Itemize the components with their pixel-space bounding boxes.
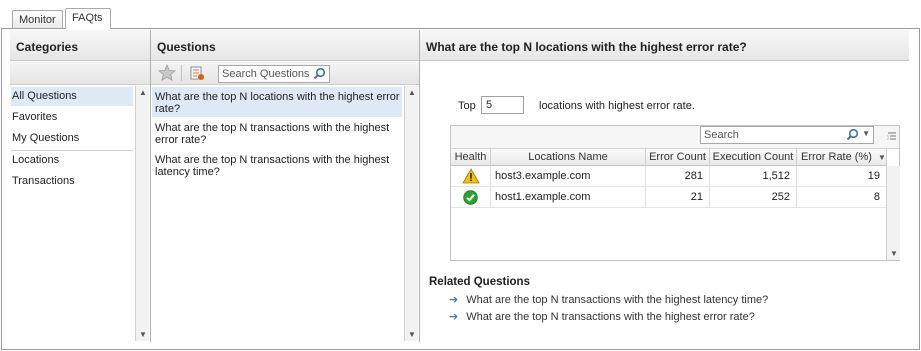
arrow-right-icon: ➔: [449, 311, 459, 323]
scroll-down-arrow-icon[interactable]: ▼: [139, 330, 147, 339]
column-header-error-count[interactable]: Error Count: [646, 149, 710, 166]
execution-count-cell: 252: [710, 187, 797, 208]
error-rate-cell: 19: [797, 166, 887, 187]
ok-icon: [463, 190, 478, 208]
category-my-questions[interactable]: My Questions: [12, 132, 79, 144]
location-name: host1.example.com: [495, 191, 591, 203]
error-count: 21: [690, 191, 703, 203]
locations-grid: Search ▼ Health Locations Name Error Cou…: [450, 125, 900, 261]
question-line: latency time?: [155, 166, 220, 178]
categories-toolbar: [10, 62, 150, 85]
location-name-cell[interactable]: host3.example.com: [491, 166, 646, 187]
scroll-down-arrow-icon[interactable]: ▼: [890, 249, 898, 258]
question-line: What are the top N transactions with the…: [155, 154, 390, 166]
error-rate: 19: [867, 170, 880, 182]
execution-count: 252: [771, 191, 790, 203]
question-line: What are the top N locations with the hi…: [155, 91, 400, 103]
grid-search-placeholder: Search: [704, 129, 739, 141]
top-label: Top: [458, 100, 476, 112]
scroll-up-arrow-icon[interactable]: ▲: [408, 88, 416, 97]
related-questions-title-label: Related Questions: [429, 276, 530, 288]
column-header-label: Health: [454, 151, 487, 163]
grid-search-input[interactable]: Search ▼: [700, 126, 874, 144]
grid-scrollbar[interactable]: ▼: [886, 166, 900, 260]
category-transactions[interactable]: Transactions: [12, 175, 75, 187]
related-question-link[interactable]: ➔ What are the top N transactions with th…: [449, 293, 768, 306]
categories-scrollbar[interactable]: ▲ ▼: [135, 86, 149, 341]
column-header-error-rate[interactable]: Error Rate (%) ▼: [797, 149, 887, 166]
scroll-down-arrow-icon[interactable]: ▼: [408, 330, 416, 339]
question-line: What are the top N transactions with the…: [155, 122, 390, 134]
categories-header-label: Categories: [16, 40, 79, 54]
questions-header: Questions: [151, 30, 419, 61]
error-count-cell: 281: [646, 166, 710, 187]
related-questions-title: Related Questions: [429, 276, 530, 288]
search-icon[interactable]: [846, 128, 859, 144]
error-count: 281: [684, 170, 703, 182]
warning-icon: [461, 168, 480, 187]
error-rate-cell: 8: [797, 187, 887, 208]
category-all-questions[interactable]: All Questions: [12, 90, 77, 102]
category-label: Locations: [12, 154, 60, 166]
location-name: host3.example.com: [495, 170, 591, 182]
top-n-input[interactable]: 5: [481, 96, 524, 114]
scroll-up-arrow-icon[interactable]: ▲: [139, 88, 147, 97]
detail-header: What are the top N locations with the hi…: [420, 30, 909, 61]
detail-title: What are the top N locations with the hi…: [426, 40, 747, 54]
related-question-text: What are the top N transactions with the…: [466, 294, 769, 306]
column-header-label: Locations Name: [528, 151, 608, 163]
top-n-value: 5: [486, 99, 493, 111]
health-cell: [451, 166, 491, 187]
tab-faqts[interactable]: FAQts: [65, 8, 111, 29]
category-label: Transactions: [12, 175, 75, 187]
health-cell: [451, 187, 491, 208]
column-header-execution-count[interactable]: Execution Count: [710, 149, 797, 166]
column-header-label: Error Count: [649, 151, 706, 163]
questions-scrollbar[interactable]: ▲ ▼: [404, 86, 418, 341]
category-label: My Questions: [12, 132, 80, 144]
category-divider: [11, 150, 133, 151]
questions-search-input[interactable]: Search Questions: [218, 65, 330, 83]
tab-strip: Monitor FAQts: [0, 0, 921, 29]
tab-monitor[interactable]: Monitor: [12, 10, 63, 29]
related-question-link[interactable]: ➔ What are the top N transactions with th…: [449, 310, 755, 323]
column-header-locations-name[interactable]: Locations Name: [491, 149, 646, 166]
top-suffix-label: locations with highest error rate.: [539, 100, 695, 112]
category-locations[interactable]: Locations: [12, 154, 59, 166]
question-item[interactable]: What are the top N transactions with the…: [155, 122, 403, 146]
error-count-cell: 21: [646, 187, 710, 208]
execution-count-cell: 1,512: [710, 166, 797, 187]
question-line: rate?: [155, 103, 181, 115]
questions-search-placeholder: Search Questions: [222, 68, 310, 80]
toolbar-divider: [181, 65, 182, 81]
column-header-health[interactable]: Health: [451, 149, 491, 166]
column-header-label: Error Rate (%): [801, 151, 872, 163]
category-label: All Questions: [12, 90, 77, 102]
tab-monitor-label: Monitor: [19, 14, 56, 26]
tab-faqts-label: FAQts: [72, 12, 103, 24]
search-icon[interactable]: [313, 67, 326, 83]
arrow-right-icon: ➔: [449, 294, 459, 306]
column-chooser-icon[interactable]: [887, 130, 897, 145]
execution-count: 1,512: [762, 170, 790, 182]
questions-header-label: Questions: [157, 40, 216, 54]
favorite-star-icon[interactable]: [157, 63, 177, 85]
category-favorites[interactable]: Favorites: [12, 111, 57, 123]
error-rate: 8: [873, 191, 880, 203]
question-item[interactable]: What are the top N transactions with the…: [155, 154, 403, 178]
column-divider: [150, 30, 151, 342]
question-line: error rate?: [155, 134, 207, 146]
related-question-text: What are the top N transactions with the…: [466, 311, 755, 323]
categories-header: Categories: [10, 30, 150, 61]
sort-descending-icon: ▼: [877, 153, 886, 162]
column-header-label: Execution Count: [712, 151, 794, 163]
location-name-cell[interactable]: host1.example.com: [491, 187, 646, 208]
question-item[interactable]: What are the top N locations with the hi…: [155, 91, 403, 115]
search-options-chevron-icon[interactable]: ▼: [862, 129, 870, 138]
column-divider: [419, 30, 420, 342]
category-label: Favorites: [12, 111, 58, 123]
edit-question-icon[interactable]: [189, 65, 205, 84]
